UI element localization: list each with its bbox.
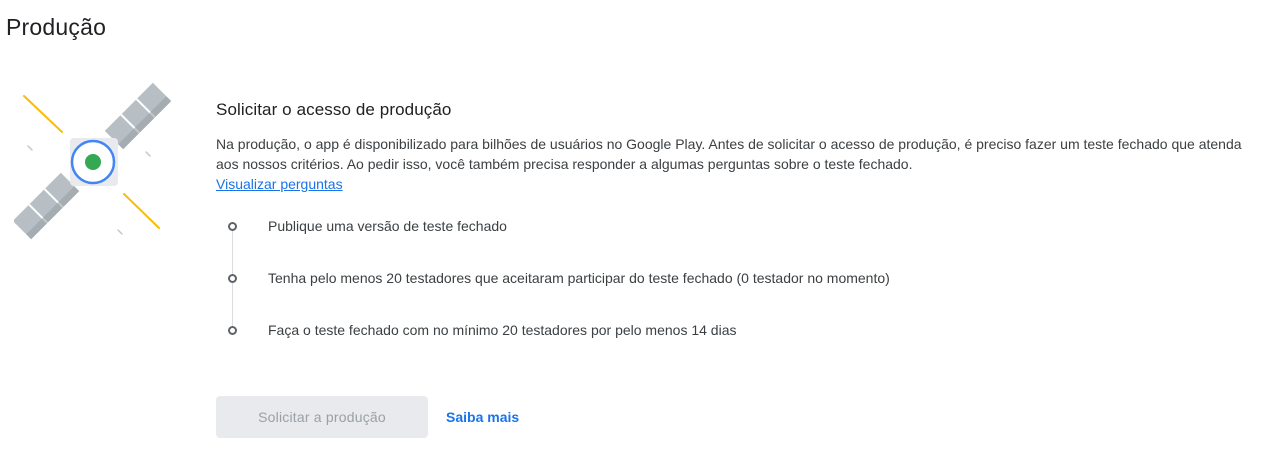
view-questions-link[interactable]: Visualizar perguntas <box>216 176 343 192</box>
section-heading: Solicitar o acesso de produção <box>216 100 452 119</box>
request-production-button[interactable]: Solicitar a produção <box>216 396 428 438</box>
actions-bar: Solicitar a produção Saiba mais <box>216 396 519 438</box>
step-circle-icon <box>228 326 237 335</box>
requirement-label: Faça o teste fechado com no mínimo 20 te… <box>268 322 737 338</box>
requirement-item: Faça o teste fechado com no mínimo 20 te… <box>216 316 1261 368</box>
description-text: Na produção, o app é disponibilizado par… <box>216 136 1242 172</box>
section-description: Na produção, o app é disponibilizado par… <box>216 134 1261 194</box>
page-title: Produção <box>6 14 107 40</box>
requirement-item: Publique uma versão de teste fechado <box>216 212 1261 264</box>
requirements-list: Publique uma versão de teste fechado Ten… <box>216 212 1261 368</box>
production-access-section: Solicitar o acesso de produção Na produç… <box>216 100 1261 384</box>
satellite-icon <box>12 82 176 242</box>
step-circle-icon <box>228 274 237 283</box>
step-circle-icon <box>228 222 237 231</box>
requirement-item: Tenha pelo menos 20 testadores que aceit… <box>216 264 1261 316</box>
requirement-label: Publique uma versão de teste fechado <box>268 218 507 234</box>
requirement-label: Tenha pelo menos 20 testadores que aceit… <box>268 270 890 286</box>
learn-more-link[interactable]: Saiba mais <box>446 409 519 425</box>
